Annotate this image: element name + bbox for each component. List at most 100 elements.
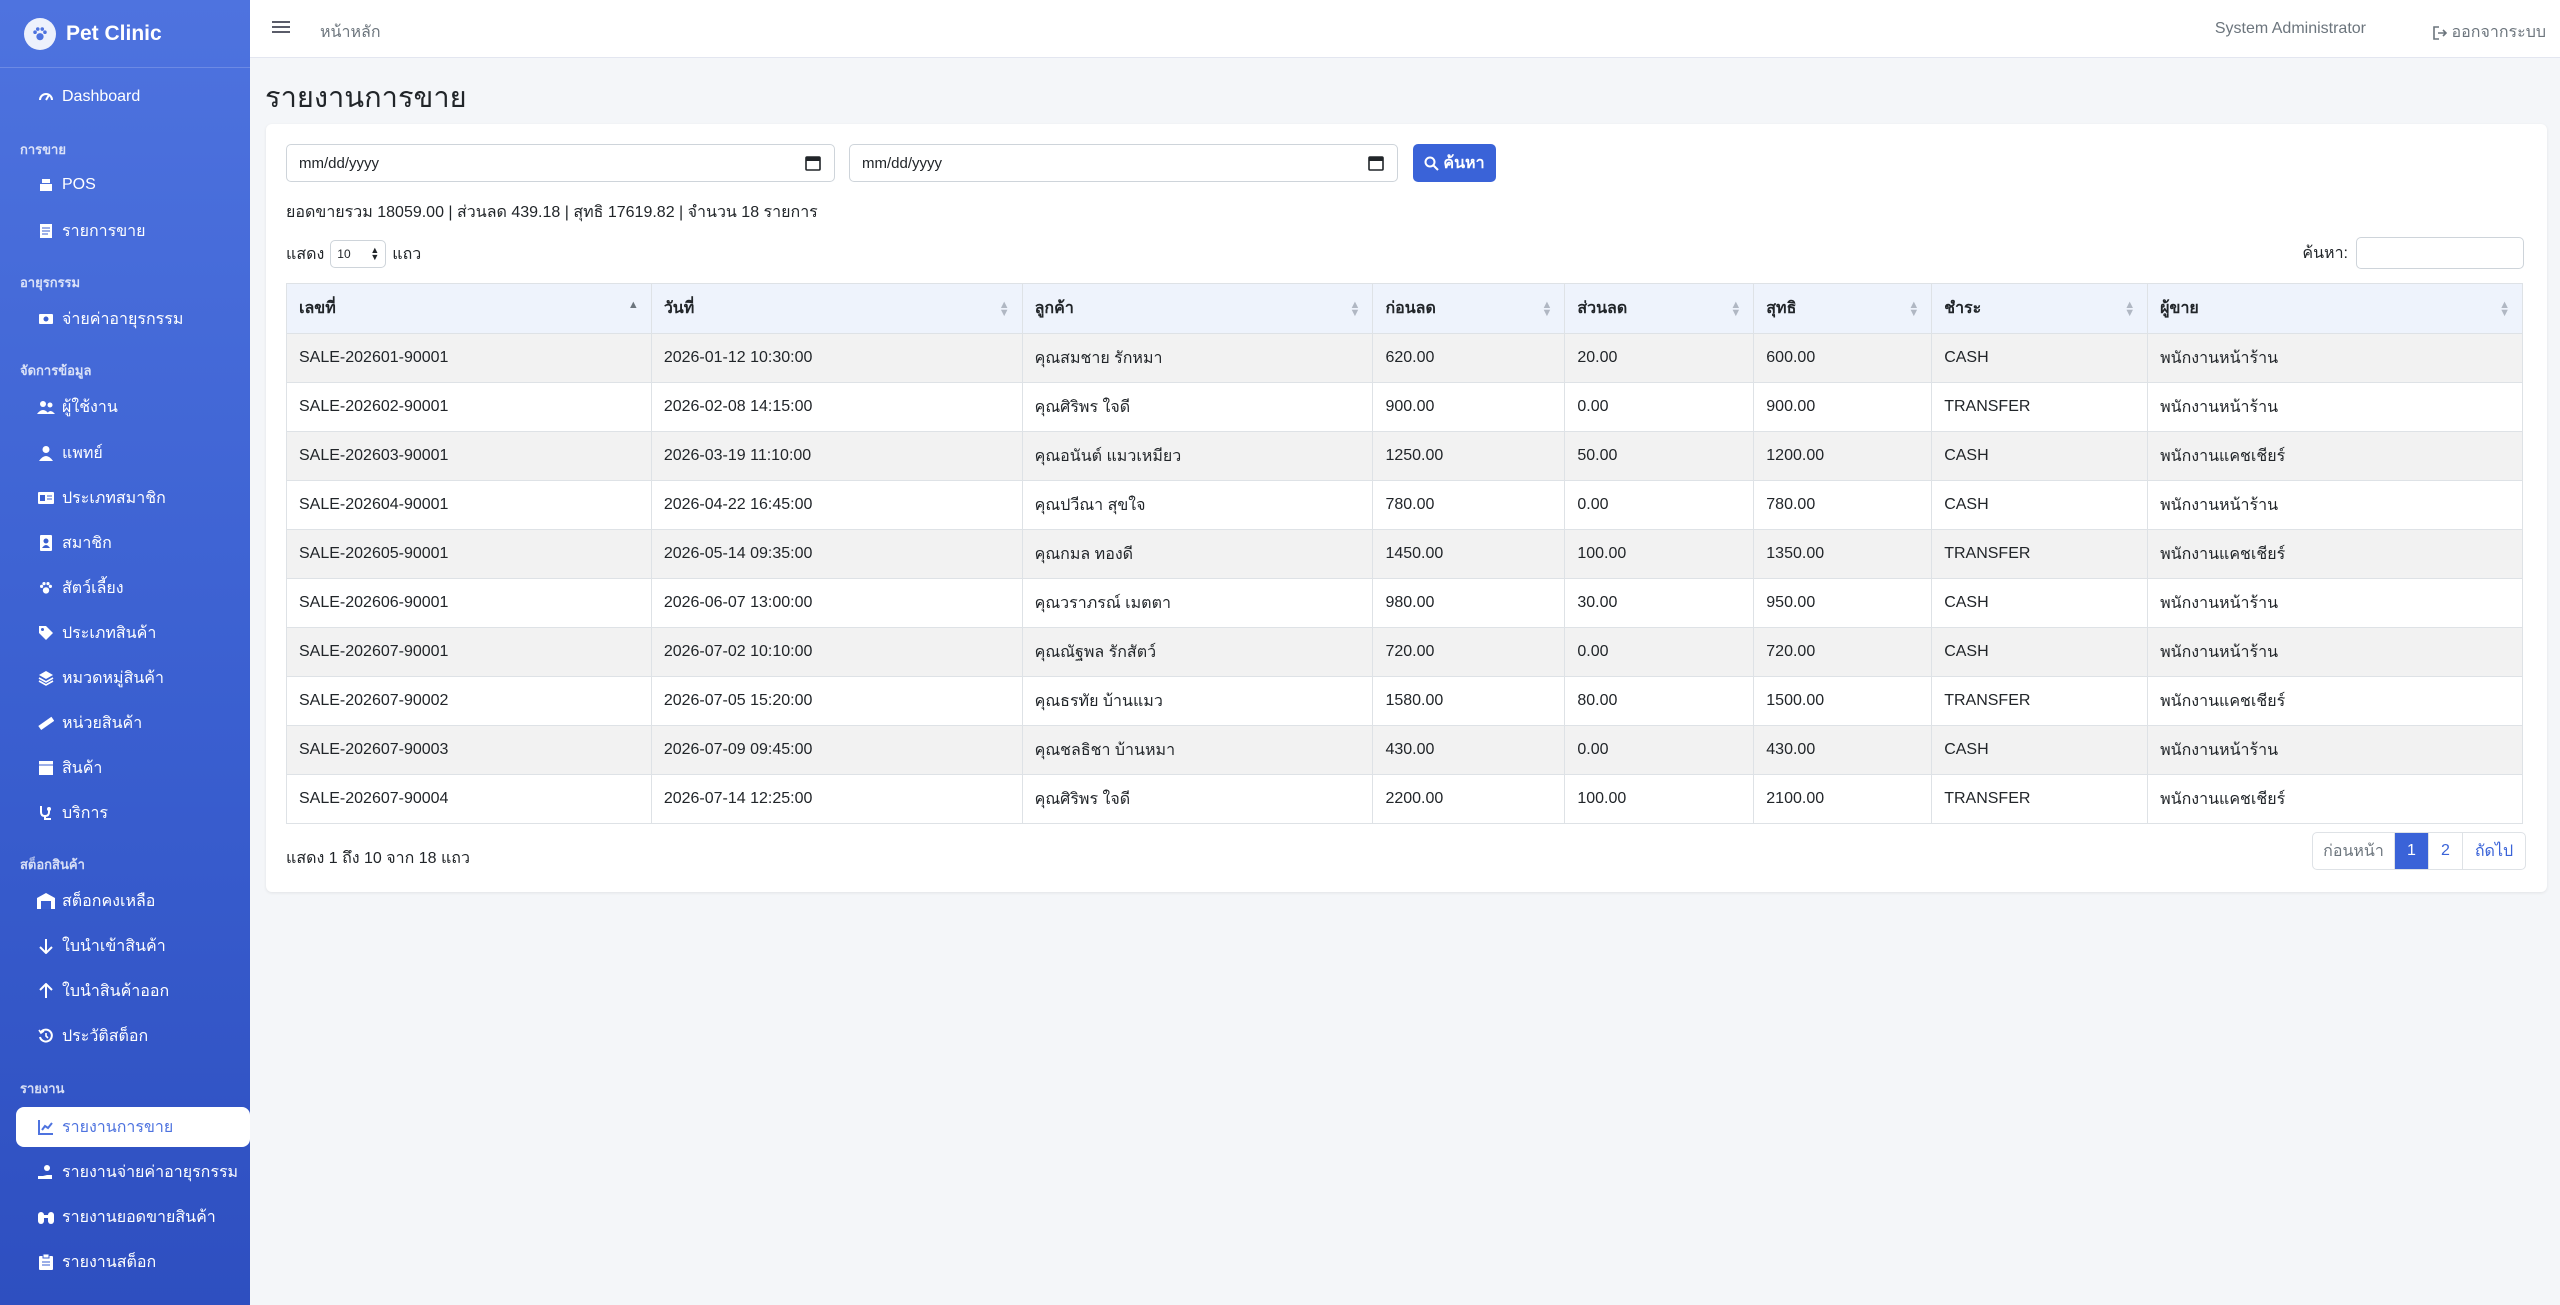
sort-icon: ▲ ▼ [998,299,1010,319]
column-header[interactable]: ผู้ขาย ▲ ▼ [2147,283,2523,334]
pagination-next[interactable]: ถัดไป [2463,833,2525,869]
gauge-icon [36,87,56,107]
table-cell: พนักงานหน้าร้าน [2147,333,2523,383]
table-row[interactable]: SALE-202604-90001 2026-04-22 16:45:00 คุณป… [286,480,2523,530]
date-from-input[interactable]: mm/dd/yyyy [286,144,835,182]
sidebar-item-label: POS [62,176,96,193]
hand-holding-icon [36,1162,56,1182]
table-row[interactable]: SALE-202601-90001 2026-01-12 10:30:00 คุณส… [286,333,2523,383]
search-button[interactable]: ค้นหา [1413,144,1496,182]
table-cell: SALE-202605-90001 [286,529,652,579]
sidebar-item-members[interactable]: สมาชิก [16,523,250,563]
brand[interactable]: Pet Clinic [0,0,250,68]
sidebar-item-dashboard[interactable]: Dashboard [16,77,250,117]
sidebar-item-stock-in[interactable]: ใบนำเข้าสินค้า [16,926,250,966]
table-cell: 1450.00 [1372,529,1565,579]
sidebar-item-product-units[interactable]: หน่วยสินค้า [16,703,250,743]
users-icon [36,397,56,417]
sidebar-item-product-sales-report[interactable]: รายงานยอดขายสินค้า [16,1197,250,1237]
sidebar-item-users[interactable]: ผู้ใช้งาน [16,387,250,427]
sidebar-item-label: แพทย์ [62,444,103,462]
sidebar-item-label: ประวัติสต็อก [62,1027,149,1045]
table-cell: 50.00 [1564,431,1754,481]
table-cell: TRANSFER [1931,382,2148,432]
sidebar-item-sales-list[interactable]: รายการขาย [16,211,250,251]
table-cell: 780.00 [1753,480,1932,530]
layers-icon [36,668,56,688]
history-icon [36,1026,56,1046]
table-cell: 2026-03-19 11:10:00 [650,431,1023,481]
date-to-placeholder: mm/dd/yyyy [862,154,943,172]
sidebar-item-label: รายงานสต็อก [62,1253,157,1271]
table-cell: 100.00 [1564,774,1754,824]
sidebar-item-treatment-report[interactable]: รายงานจ่ายค่าอายุรกรรม [16,1152,250,1192]
cash-register-icon [36,175,56,195]
menu-toggle-icon[interactable] [272,18,290,36]
table-row[interactable]: SALE-202602-90001 2026-02-08 14:15:00 คุณศ… [286,382,2523,432]
table-row[interactable]: SALE-202607-90004 2026-07-14 12:25:00 คุณศ… [286,774,2523,824]
sidebar-item-label: Dashboard [62,88,141,105]
sidebar-item-treatment-payment[interactable]: จ่ายค่าอายุรกรรม [16,299,250,339]
pagination-page-2[interactable]: 2 [2429,833,2463,869]
table-row[interactable]: SALE-202605-90001 2026-05-14 09:35:00 คุณก… [286,529,2523,579]
sidebar: Pet Clinic Dashboard การขาย POS รายการขา… [0,0,250,1305]
pagination-prev[interactable]: ก่อนหน้า [2313,833,2395,869]
table-cell: พนักงานหน้าร้าน [2147,382,2523,432]
sidebar-item-stock-out[interactable]: ใบนำสินค้าออก [16,971,250,1011]
column-header[interactable]: เลขที่ ▲ [286,283,652,334]
sidebar-item-stock-history[interactable]: ประวัติสต็อก [16,1016,250,1056]
table-cell: 1500.00 [1753,676,1932,726]
table-row[interactable]: SALE-202607-90002 2026-07-05 15:20:00 คุณธ… [286,676,2523,726]
table-cell: 2026-01-12 10:30:00 [650,333,1023,383]
table-cell: 1350.00 [1753,529,1932,579]
warehouse-icon [36,891,56,911]
sidebar-item-stock-report[interactable]: รายงานสต็อก [16,1242,250,1282]
table-cell: TRANSFER [1931,529,2148,579]
show-suffix: แถว [392,245,422,263]
sidebar-item-stock-balance[interactable]: สต็อกคงเหลือ [16,881,250,921]
sidebar-item-member-types[interactable]: ประเภทสมาชิก [16,478,250,518]
sidebar-item-product-types[interactable]: ประเภทสินค้า [16,613,250,653]
table-filter: ค้นหา: [2302,237,2524,269]
logout-button[interactable]: ออกจากระบบ [2432,20,2546,45]
sidebar-item-doctors[interactable]: แพทย์ [16,433,250,473]
table-row[interactable]: SALE-202606-90001 2026-06-07 13:00:00 คุณว… [286,578,2523,628]
nav-section-title: อายุรกรรม [20,275,81,290]
table-search-input[interactable] [2356,237,2524,269]
sidebar-item-pos[interactable]: POS [16,165,250,205]
table-cell: 900.00 [1372,382,1565,432]
table-cell: คุณปวีณา สุขใจ [1021,480,1373,530]
breadcrumb-home[interactable]: หน้าหลัก [320,20,381,45]
date-to-input[interactable]: mm/dd/yyyy [849,144,1398,182]
column-header[interactable]: ส่วนลด ▲ ▼ [1564,283,1754,334]
sort-icon: ▲ ▼ [1349,299,1361,319]
table-row[interactable]: SALE-202603-90001 2026-03-19 11:10:00 คุณอ… [286,431,2523,481]
nav-section-title: จัดการข้อมูล [20,363,92,378]
calendar-icon[interactable] [1367,154,1385,172]
chart-line-icon [36,1117,56,1137]
table-row[interactable]: SALE-202607-90001 2026-07-02 10:10:00 คุณณ… [286,627,2523,677]
sidebar-item-products[interactable]: สินค้า [16,748,250,788]
column-header[interactable]: วันที่ ▲ ▼ [650,283,1023,334]
sidebar-item-services[interactable]: บริการ [16,793,250,833]
select-arrows-icon: ▲ ▼ [370,245,380,262]
sidebar-item-label: รายงานการขาย [62,1118,174,1136]
date-from-placeholder: mm/dd/yyyy [299,154,380,172]
table-cell: CASH [1931,333,2148,383]
table-row[interactable]: SALE-202607-90003 2026-07-09 09:45:00 คุณช… [286,725,2523,775]
column-header[interactable]: ชำระ ▲ ▼ [1931,283,2148,334]
sidebar-item-sales-report[interactable]: รายงานการขาย [16,1107,250,1147]
table-cell: 2026-07-05 15:20:00 [650,676,1023,726]
clipboard-icon [36,1252,56,1272]
pagination-page-1[interactable]: 1 [2395,833,2429,869]
calendar-icon[interactable] [804,154,822,172]
table-cell: 80.00 [1564,676,1754,726]
page-length-select[interactable]: 10 ▲ ▼ [330,240,387,268]
column-header[interactable]: ก่อนลด ▲ ▼ [1372,283,1565,334]
page-length-control: แสดง 10 ▲ ▼ แถว [286,240,421,268]
sidebar-item-product-categories[interactable]: หมวดหมู่สินค้า [16,658,250,698]
sidebar-item-pets[interactable]: สัตว์เลี้ยง [16,568,250,608]
column-header[interactable]: สุทธิ ▲ ▼ [1753,283,1932,334]
sidebar-item-label: รายการขาย [62,222,146,240]
column-header[interactable]: ลูกค้า ▲ ▼ [1021,283,1373,334]
